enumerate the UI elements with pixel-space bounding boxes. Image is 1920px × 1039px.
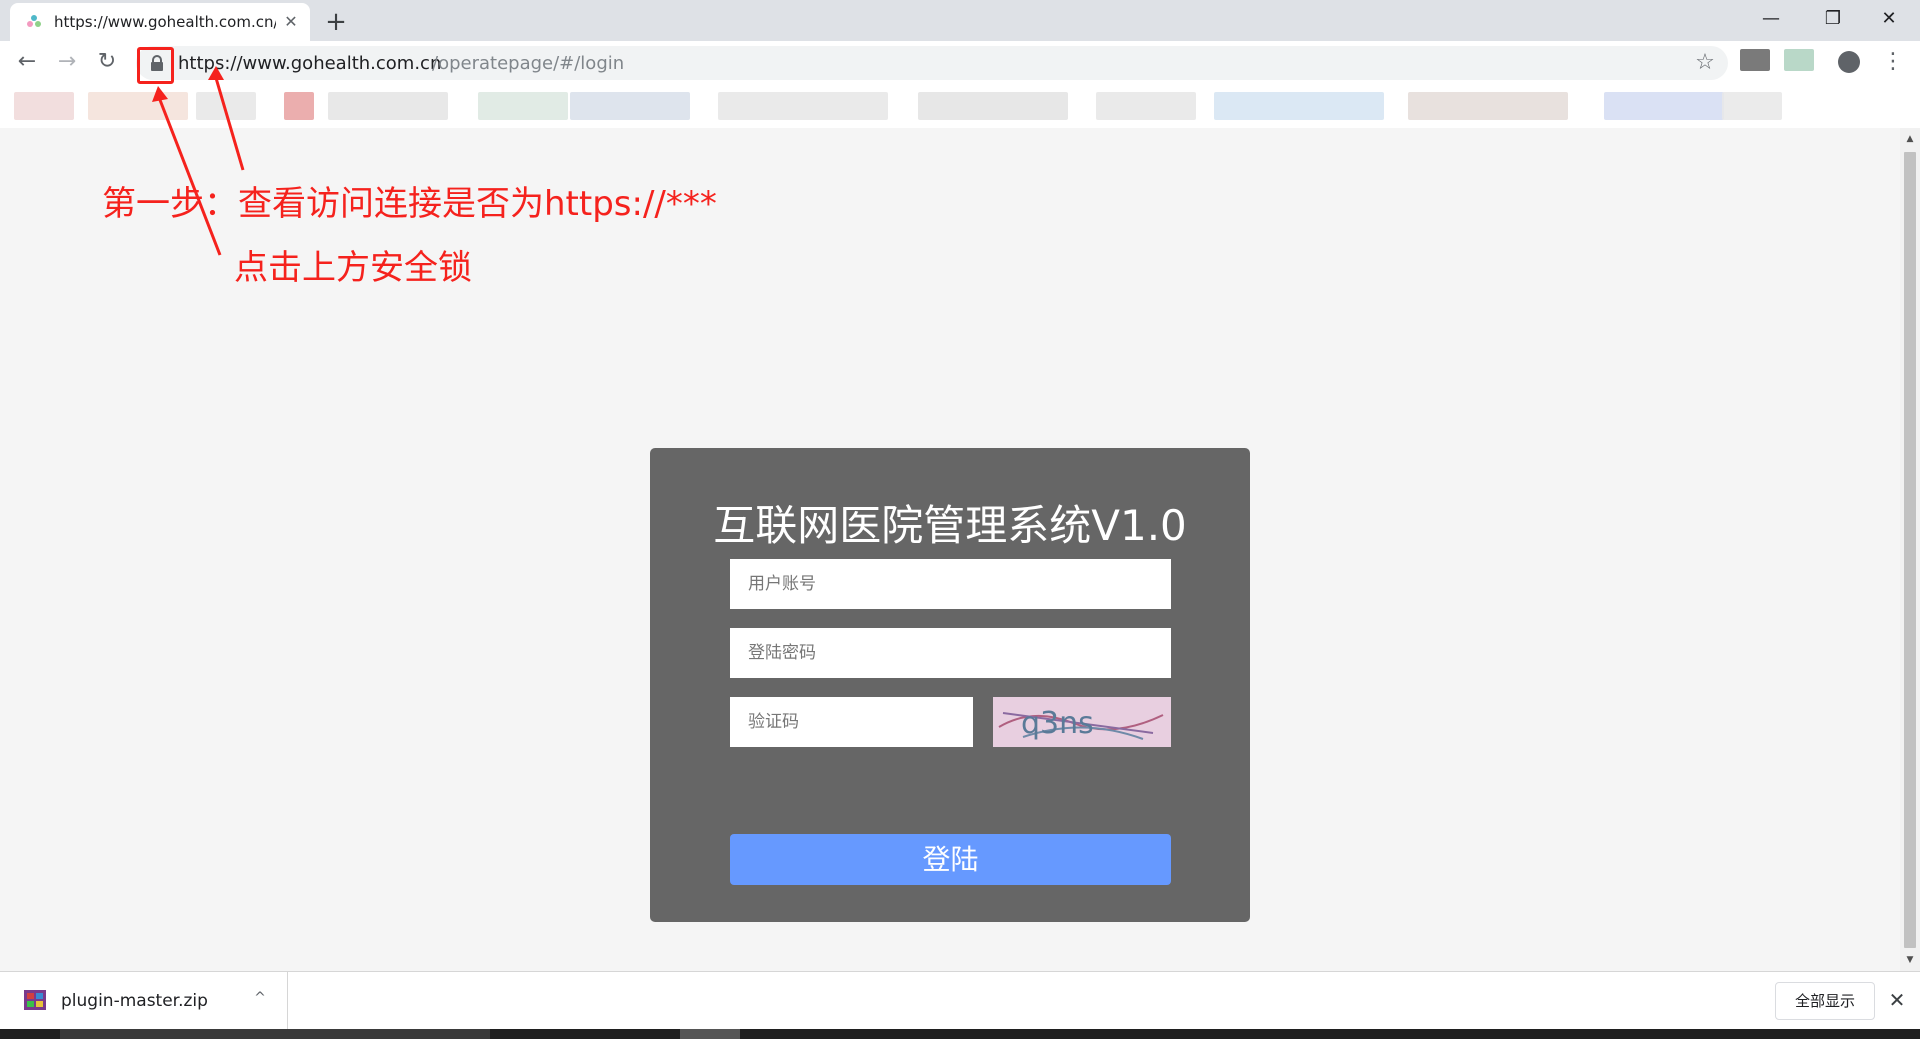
restore-button[interactable]: ❐ <box>1810 4 1856 34</box>
download-file-name: plugin-master.zip <box>61 991 208 1011</box>
browser-tab[interactable]: https://www.gohealth.com.cn/ ✕ <box>10 3 310 41</box>
bookmark-item[interactable] <box>478 92 568 120</box>
taskbar-item[interactable] <box>60 1029 490 1039</box>
password-input[interactable] <box>730 628 1171 678</box>
bookmark-item[interactable] <box>284 92 314 120</box>
step1-annotation: 第一步：查看访问连接是否为https://*** <box>102 184 717 224</box>
tab-close-icon[interactable]: ✕ <box>282 13 300 31</box>
close-downloads-icon[interactable]: ✕ <box>1884 986 1910 1014</box>
tab-title: https://www.gohealth.com.cn/ <box>54 13 276 31</box>
scroll-thumb[interactable] <box>1904 152 1916 948</box>
login-title: 互联网医院管理系统V1.0 <box>713 501 1187 550</box>
login-card: 互联网医院管理系统V1.0 q3ns 登陆 <box>650 448 1250 922</box>
chevron-up-icon[interactable]: ^ <box>250 986 270 1010</box>
site-favicon-icon <box>27 15 41 27</box>
bookmarks-bar <box>0 84 1920 128</box>
reload-button[interactable]: ↻ <box>92 47 122 77</box>
bookmark-item[interactable] <box>14 92 74 120</box>
url-host: https://www.gohealth.com.cn <box>178 53 442 74</box>
account-icon[interactable] <box>1838 51 1860 73</box>
bookmark-item[interactable] <box>196 92 256 120</box>
bookmark-item[interactable] <box>1096 92 1196 120</box>
lock-highlight-box <box>137 47 174 84</box>
bookmark-item[interactable] <box>88 92 188 120</box>
download-item[interactable]: plugin-master.zip ^ <box>0 972 288 1030</box>
username-input[interactable] <box>730 559 1171 609</box>
bookmark-item[interactable] <box>1604 92 1724 120</box>
bookmark-item[interactable] <box>1408 92 1568 120</box>
captcha-image[interactable]: q3ns <box>993 697 1171 747</box>
extension-icon[interactable] <box>1784 49 1814 71</box>
browser-toolbar: ← → ↻ https://www.gohealth.com.cn /opera… <box>0 41 1920 84</box>
forward-button[interactable]: → <box>52 47 82 77</box>
captcha-input[interactable] <box>730 697 973 747</box>
back-button[interactable]: ← <box>12 47 42 77</box>
tab-strip: https://www.gohealth.com.cn/ ✕ + — ❐ ✕ <box>0 0 1920 41</box>
menu-icon[interactable]: ⋮ <box>1882 47 1904 77</box>
url-path: /operatepage/#/login <box>432 53 625 74</box>
page-scrollbar[interactable]: ▲ ▼ <box>1900 128 1920 971</box>
window-close-button[interactable]: ✕ <box>1866 4 1912 34</box>
bookmark-item[interactable] <box>1214 92 1384 120</box>
step1-sub-annotation: 点击上方安全锁 <box>234 248 472 288</box>
zip-file-icon <box>24 990 46 1010</box>
bookmark-item[interactable] <box>718 92 888 120</box>
scroll-up-arrow-icon[interactable]: ▲ <box>1900 132 1920 146</box>
browser-chrome: https://www.gohealth.com.cn/ ✕ + — ❐ ✕ ←… <box>0 0 1920 128</box>
minimize-button[interactable]: — <box>1748 4 1794 34</box>
captcha-text: q3ns <box>1021 706 1094 741</box>
login-button[interactable]: 登陆 <box>730 834 1171 885</box>
new-tab-button[interactable]: + <box>322 8 350 36</box>
show-all-downloads-button[interactable]: 全部显示 <box>1775 982 1875 1020</box>
bookmark-item[interactable] <box>918 92 1068 120</box>
bookmark-item[interactable] <box>570 92 690 120</box>
bookmark-item[interactable] <box>1722 92 1782 120</box>
address-bar[interactable]: https://www.gohealth.com.cn /operatepage… <box>136 46 1728 80</box>
extension-icon[interactable] <box>1740 49 1770 71</box>
bookmark-item[interactable] <box>328 92 448 120</box>
scroll-down-arrow-icon[interactable]: ▼ <box>1900 953 1920 967</box>
star-icon[interactable]: ☆ <box>1692 50 1718 76</box>
taskbar-item[interactable] <box>680 1029 740 1039</box>
